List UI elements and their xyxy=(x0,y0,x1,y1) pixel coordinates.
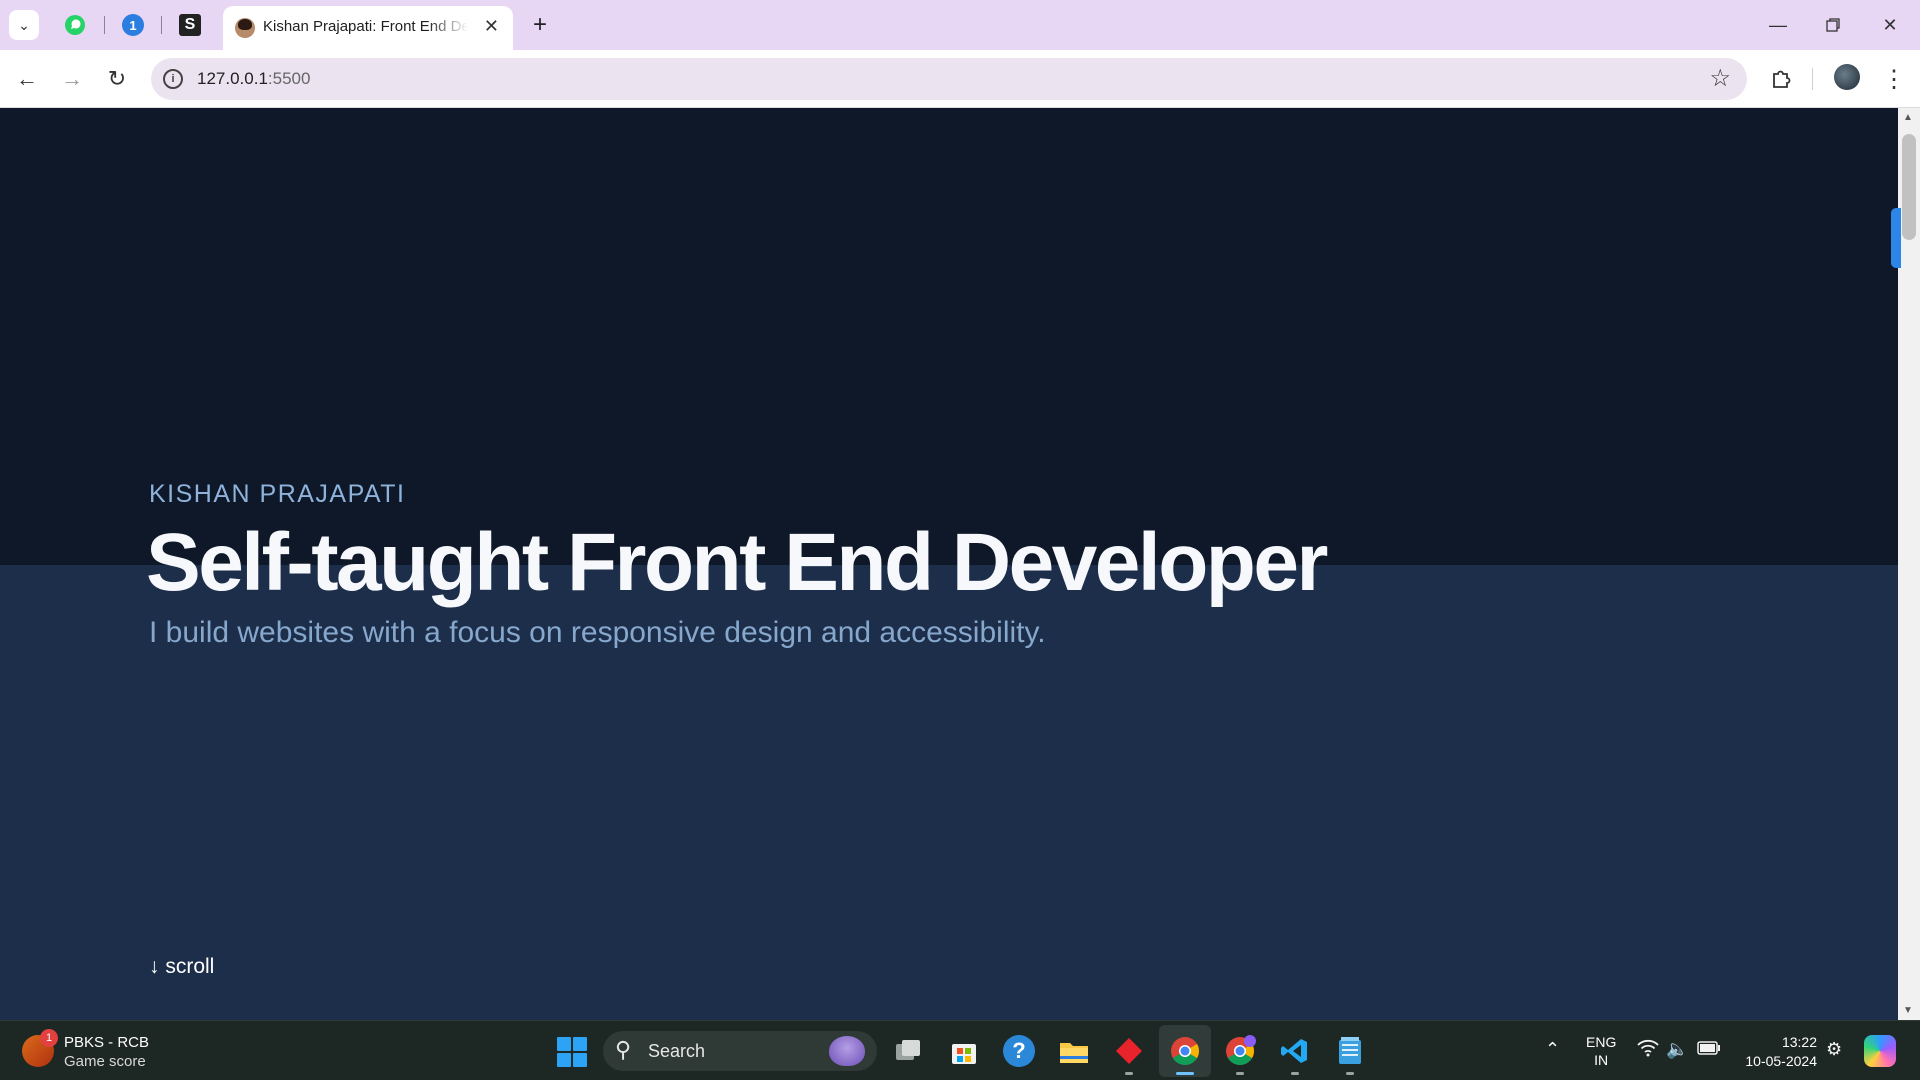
taskbar-search[interactable]: ⚲ Search xyxy=(603,1031,877,1071)
author-name: KISHAN PRAJAPATI xyxy=(149,480,406,508)
bookmark-star-icon[interactable]: ☆ xyxy=(1709,64,1731,93)
vscode-icon[interactable] xyxy=(1277,1033,1313,1069)
whatsapp-icon xyxy=(65,15,85,35)
task-view-icon[interactable] xyxy=(891,1033,927,1069)
chrome-profile-icon[interactable] xyxy=(1222,1033,1258,1069)
app-active-indicator xyxy=(1176,1072,1194,1075)
pinned-tab-notifications[interactable]: 1 xyxy=(120,12,146,38)
whatsapp-tab[interactable] xyxy=(62,12,88,38)
show-hidden-icons-chevron-icon[interactable]: ⌃ xyxy=(1545,1039,1560,1060)
wifi-icon[interactable] xyxy=(1637,1039,1659,1062)
notifications-bell-icon[interactable]: ⚙ xyxy=(1826,1039,1842,1060)
app-running-indicator xyxy=(1236,1072,1244,1075)
profile-favicon-icon xyxy=(235,18,255,38)
copilot-icon[interactable] xyxy=(1864,1035,1896,1067)
file-explorer-icon[interactable] xyxy=(1056,1033,1092,1069)
page-scrollbar[interactable]: ▲ ▼ xyxy=(1898,108,1920,1020)
notepad-icon[interactable] xyxy=(1332,1033,1368,1069)
back-arrow-icon[interactable]: ← xyxy=(12,64,42,94)
scroll-up-arrow-icon[interactable]: ▲ xyxy=(1903,112,1913,123)
red-diamond-app-icon[interactable] xyxy=(1111,1033,1147,1069)
s-logo-icon: S xyxy=(179,14,201,36)
volume-icon[interactable]: 🔈 xyxy=(1666,1039,1688,1060)
site-info-icon[interactable]: i xyxy=(163,69,183,89)
scroll-down-link[interactable]: ↓ scroll xyxy=(149,955,214,979)
widget-badge: 1 xyxy=(40,1029,58,1047)
tab-close-icon[interactable]: ✕ xyxy=(484,16,499,37)
forward-arrow-icon[interactable]: → xyxy=(57,64,87,94)
side-panel-indicator[interactable] xyxy=(1891,208,1901,268)
menu-kebab-icon[interactable]: ⋮ xyxy=(1879,64,1909,94)
hero-headline: Self-taught Front End Developer xyxy=(146,517,1328,608)
tab-strip: ⌄ 1 S Kishan Prajapati: Front End Develo… xyxy=(0,0,1920,50)
app-running-indicator xyxy=(1346,1072,1354,1075)
scrollbar-thumb[interactable] xyxy=(1902,134,1916,240)
app-running-indicator xyxy=(1125,1072,1133,1075)
windows-start-icon[interactable] xyxy=(557,1037,587,1067)
active-tab[interactable]: Kishan Prajapati: Front End Developer ✕ xyxy=(223,6,513,50)
search-icon: ⚲ xyxy=(615,1037,632,1062)
battery-icon[interactable] xyxy=(1697,1039,1721,1060)
tab-title: Kishan Prajapati: Front End Developer xyxy=(263,18,468,35)
tab-search-chevron-icon[interactable]: ⌄ xyxy=(9,10,39,40)
get-help-icon[interactable]: ? xyxy=(1001,1033,1037,1069)
url-text[interactable]: 127.0.0.1:5500 xyxy=(197,69,310,89)
notification-badge-icon: 1 xyxy=(122,14,144,36)
widget-title: PBKS - RCB xyxy=(64,1034,150,1051)
windows-taskbar: 1 PBKS - RCB Game score ⚲ Search ? ⌃ ENG… xyxy=(0,1020,1920,1080)
extensions-puzzle-icon[interactable] xyxy=(1766,64,1796,94)
profile-avatar[interactable] xyxy=(1834,64,1860,90)
reload-icon[interactable]: ↻ xyxy=(102,64,132,94)
restore-icon[interactable] xyxy=(1815,10,1851,40)
chrome-icon[interactable] xyxy=(1167,1033,1203,1069)
search-highlight-icon xyxy=(829,1036,865,1066)
system-clock[interactable]: 13:22 10-05-2024 xyxy=(1737,1033,1817,1071)
tab-separator xyxy=(161,16,162,34)
address-bar[interactable]: i 127.0.0.1:5500 ☆ xyxy=(151,58,1747,100)
tab-separator xyxy=(104,16,105,34)
toolbar-divider xyxy=(1812,68,1813,90)
sports-widget[interactable]: 1 PBKS - RCB Game score xyxy=(22,1029,172,1073)
microsoft-store-icon[interactable] xyxy=(946,1033,982,1069)
widget-subtitle: Game score xyxy=(64,1053,146,1070)
hero-subline: I build websites with a focus on respons… xyxy=(149,616,1046,649)
new-tab-button[interactable]: + xyxy=(526,11,554,39)
pinned-tab-s[interactable]: S xyxy=(177,12,203,38)
search-label: Search xyxy=(648,1041,706,1061)
input-language[interactable]: ENG IN xyxy=(1586,1033,1616,1069)
scroll-down-arrow-icon[interactable]: ▼ xyxy=(1903,1005,1913,1016)
app-running-indicator xyxy=(1291,1072,1299,1075)
portfolio-page: KISHAN PRAJAPATI Self-taught Front End D… xyxy=(0,108,1898,1020)
minimize-icon[interactable]: — xyxy=(1760,10,1796,40)
close-window-icon[interactable]: ✕ xyxy=(1872,10,1908,40)
browser-toolbar: ← → ↻ i 127.0.0.1:5500 ☆ ⋮ xyxy=(0,50,1920,108)
